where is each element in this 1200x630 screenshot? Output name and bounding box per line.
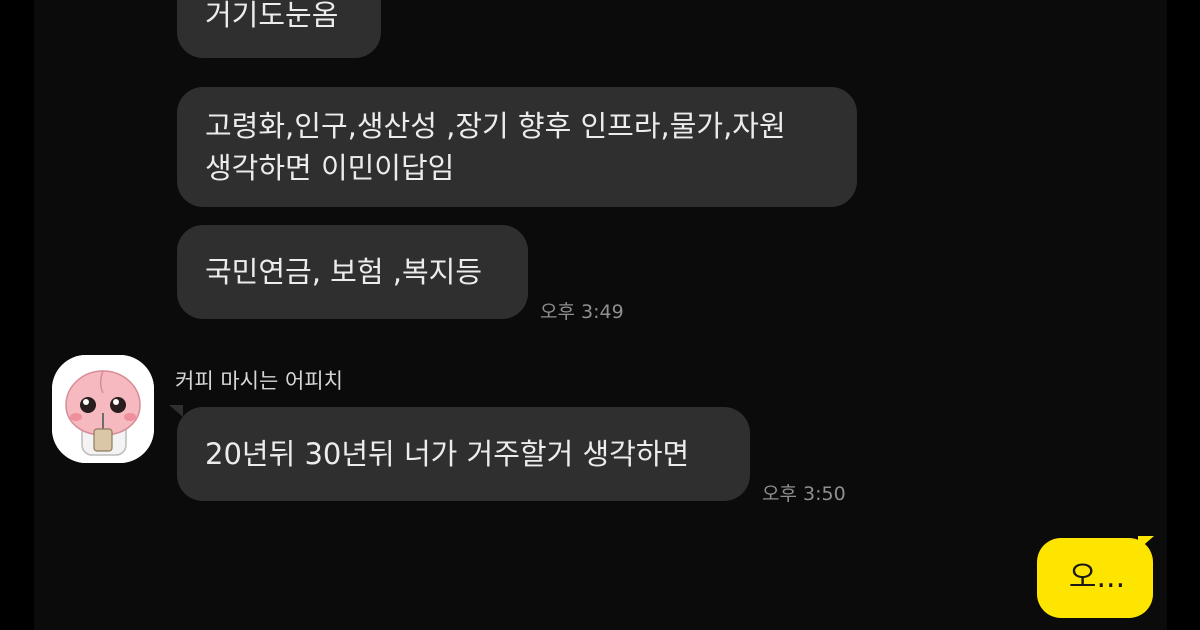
bubble-tail [169, 405, 183, 417]
message-bubble[interactable]: 20년뒤 30년뒤 너가 거주할거 생각하면 [177, 407, 750, 501]
my-message-bubble[interactable]: 오... [1037, 538, 1153, 618]
sender-name: 커피 마시는 어피치 [175, 369, 343, 393]
message-text: 국민연금, 보험 ,복지등 [205, 255, 482, 289]
message-text-line: 생각하면 이민이답임 [205, 151, 455, 185]
message-text: 20년뒤 30년뒤 너가 거주할거 생각하면 [205, 437, 690, 471]
message-text: 거기도눈옴 [205, 0, 339, 32]
chat-screen: 거기도눈옴 고령화,인구,생산성 ,장기 향후 인프라,물가,자원 생각하면 이… [0, 0, 1200, 630]
sender-avatar[interactable] [52, 355, 154, 463]
message-text-line: 고령화,인구,생산성 ,장기 향후 인프라,물가,자원 [205, 109, 786, 143]
message-timestamp: 오후 3:49 [540, 301, 624, 323]
message-bubble[interactable]: 고령화,인구,생산성 ,장기 향후 인프라,물가,자원 생각하면 이민이답임 [177, 87, 857, 207]
my-message-text: 오... [1068, 560, 1126, 595]
message-timestamp: 오후 3:50 [762, 483, 846, 505]
message-bubble[interactable]: 국민연금, 보험 ,복지등 [177, 225, 528, 319]
apeach-coffee-avatar-icon [52, 355, 154, 463]
message-bubble[interactable]: 거기도눈옴 [177, 0, 381, 58]
